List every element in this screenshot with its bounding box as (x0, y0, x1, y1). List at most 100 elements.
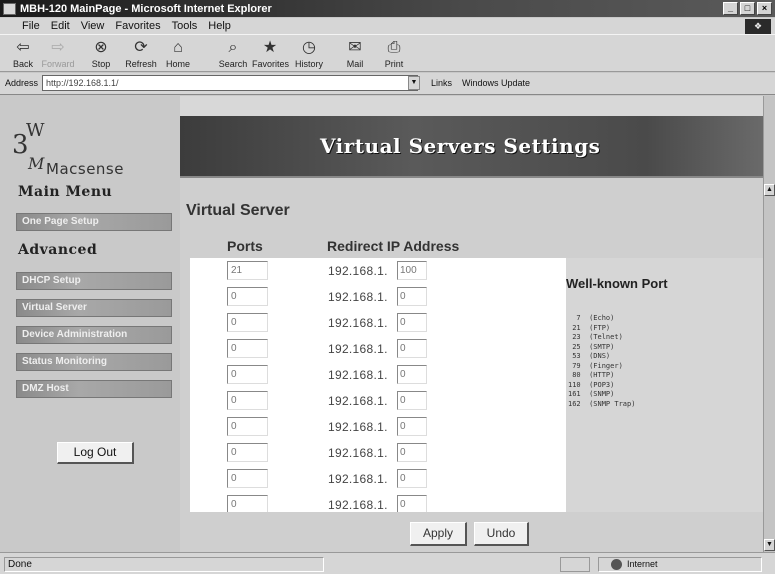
logo-glyph-m: M (28, 154, 45, 173)
sidebar-item-dhcp-setup[interactable]: DHCP Setup (16, 272, 172, 290)
window-titlebar[interactable]: MBH-120 MainPage - Microsoft Internet Ex… (0, 0, 775, 17)
logout-button[interactable]: Log Out (57, 442, 134, 464)
apply-button[interactable]: Apply (410, 522, 467, 546)
links-label[interactable]: Links (431, 78, 452, 88)
ip-last-octet-input[interactable]: 0 (397, 469, 427, 488)
ip-last-octet-input[interactable]: 0 (397, 313, 427, 332)
main-menu-heading: Main Menu (18, 184, 113, 200)
table-row: 0 192.168.1. 0 (190, 362, 566, 388)
vertical-scrollbar[interactable]: ▲ ▼ (763, 96, 775, 552)
table-row: 0 192.168.1. 0 (190, 440, 566, 466)
back-arrow-icon: ⇦ (16, 39, 30, 56)
page-banner: Virtual Servers Settings (180, 116, 763, 178)
security-zone: Internet (598, 557, 762, 572)
port-input[interactable]: 0 (227, 339, 268, 358)
port-input[interactable]: 0 (227, 469, 268, 488)
sidebar-item-one-page-setup[interactable]: One Page Setup (16, 213, 172, 231)
sidebar-item-dmz-host[interactable]: DMZ Host (16, 380, 172, 398)
close-button[interactable]: × (757, 2, 772, 15)
ip-prefix: 192.168.1. (328, 472, 388, 486)
back-label: Back (12, 59, 33, 69)
scroll-up-icon[interactable]: ▲ (764, 184, 775, 196)
maximize-button[interactable]: □ (740, 2, 755, 15)
well-known-port-panel: Well-known Port 7 (Echo) 21 (FTP) 23 (Te… (566, 258, 763, 512)
status-progress-pane (560, 557, 590, 572)
sidebar-item-virtual-server[interactable]: Virtual Server (16, 299, 172, 317)
port-input[interactable]: 0 (227, 365, 268, 384)
sidebar-item-status-monitoring[interactable]: Status Monitoring (16, 353, 172, 371)
forward-arrow-icon: ⇨ (51, 39, 65, 56)
search-button[interactable]: ⌕ Search (215, 37, 251, 69)
ip-last-octet-input[interactable]: 100 (397, 261, 427, 280)
scroll-down-icon[interactable]: ▼ (764, 539, 775, 551)
ip-prefix: 192.168.1. (328, 420, 388, 434)
menu-tools[interactable]: Tools (172, 20, 198, 32)
ip-prefix: 192.168.1. (328, 394, 388, 408)
table-row: 0 192.168.1. 0 (190, 466, 566, 492)
ip-last-octet-input[interactable]: 0 (397, 287, 427, 306)
ip-last-octet-input[interactable]: 0 (397, 417, 427, 436)
minimize-button[interactable]: _ (723, 2, 738, 15)
port-input[interactable]: 0 (227, 287, 268, 306)
port-input[interactable]: 0 (227, 313, 268, 332)
undo-button[interactable]: Undo (474, 522, 529, 546)
history-icon: ◷ (302, 39, 316, 56)
main-panel: Virtual Server Ports Redirect IP Address… (180, 178, 763, 552)
menu-file[interactable]: File (22, 20, 40, 32)
sidebar-item-label: One Page Setup (22, 216, 99, 227)
ip-last-octet-input[interactable]: 0 (397, 443, 427, 462)
mail-icon: ✉ (348, 39, 362, 56)
home-button[interactable]: ⌂ Home (160, 37, 196, 69)
print-button[interactable]: ⎙ Print (376, 37, 412, 69)
browser-toolbar: ⇦ Back ⇨ Forward ⊗ Stop ⟳ Refresh ⌂ Home… (0, 34, 775, 72)
menu-favorites[interactable]: Favorites (115, 20, 160, 32)
search-icon: ⌕ (228, 39, 238, 56)
advanced-heading: Advanced (18, 242, 98, 258)
windows-update-link[interactable]: Windows Update (462, 78, 530, 88)
port-input[interactable]: 0 (227, 417, 268, 436)
menu-bar: File Edit View Favorites Tools Help ❖ (0, 18, 775, 34)
port-input[interactable]: 0 (227, 443, 268, 462)
home-icon: ⌂ (173, 39, 183, 56)
refresh-button[interactable]: ⟳ Refresh (123, 37, 159, 69)
table-row: 0 192.168.1. 0 (190, 336, 566, 362)
stop-button[interactable]: ⊗ Stop (83, 37, 119, 69)
sidebar-item-label: Device Administration (22, 329, 128, 340)
search-label: Search (218, 59, 248, 69)
refresh-label: Refresh (125, 59, 157, 69)
print-label: Print (384, 59, 404, 69)
sidebar-item-label: Status Monitoring (22, 356, 107, 367)
ip-prefix: 192.168.1. (328, 316, 388, 330)
mail-button[interactable]: ✉ Mail (337, 37, 373, 69)
back-button[interactable]: ⇦ Back (5, 37, 41, 69)
banner-title: Virtual Servers Settings (320, 134, 601, 158)
menu-view[interactable]: View (81, 20, 105, 32)
history-label: History (294, 59, 323, 69)
address-dropdown-icon[interactable]: ▼ (408, 76, 420, 90)
ports-header: Ports (227, 238, 263, 254)
forward-button[interactable]: ⇨ Forward (40, 37, 76, 69)
logo-brand-text: Macsense (46, 160, 124, 178)
ip-last-octet-input[interactable]: 0 (397, 339, 427, 358)
history-button[interactable]: ◷ History (291, 37, 327, 69)
mail-label: Mail (346, 59, 364, 69)
menu-help[interactable]: Help (208, 20, 231, 32)
ip-last-octet-input[interactable]: 0 (397, 391, 427, 410)
favorites-button[interactable]: ★ Favorites (252, 37, 289, 69)
sidebar-item-device-administration[interactable]: Device Administration (16, 326, 172, 344)
port-input[interactable]: 0 (227, 495, 268, 512)
ie-page-icon (3, 2, 16, 15)
port-input[interactable]: 0 (227, 391, 268, 410)
menu-edit[interactable]: Edit (51, 20, 70, 32)
sidebar-item-label: DHCP Setup (22, 275, 81, 286)
ip-prefix: 192.168.1. (328, 446, 388, 460)
ip-last-octet-input[interactable]: 0 (397, 495, 427, 512)
windows-logo-icon: ❖ (745, 19, 771, 34)
logo-glyph-w: W (26, 120, 45, 141)
address-input[interactable]: http://192.168.1.1/ (42, 75, 418, 91)
status-text: Done (4, 557, 324, 572)
zone-label: Internet (627, 559, 658, 569)
ip-last-octet-input[interactable]: 0 (397, 365, 427, 384)
port-input[interactable]: 21 (227, 261, 268, 280)
well-known-port-list: 7 (Echo) 21 (FTP) 23 (Telnet) 25 (SMTP) … (568, 314, 636, 408)
